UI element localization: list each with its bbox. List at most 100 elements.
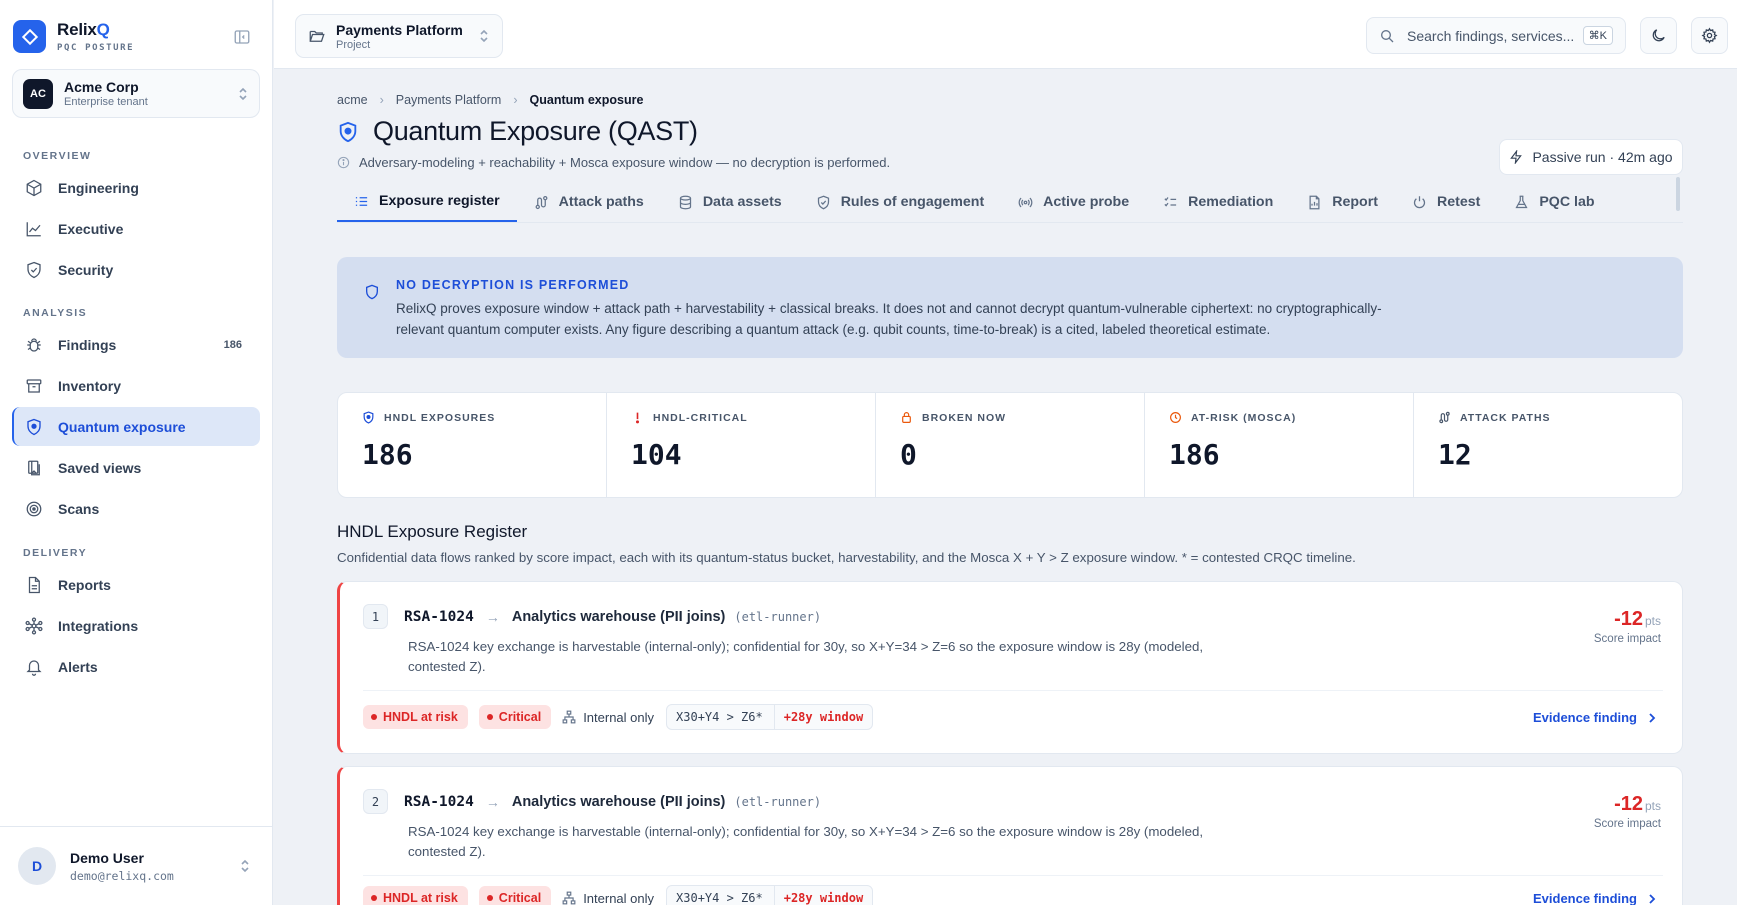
chevron-updown-icon (237, 86, 249, 102)
run-status-button[interactable]: Passive run · 42m ago (1499, 139, 1683, 175)
route-icon (534, 195, 549, 210)
tab-label: Retest (1436, 194, 1481, 210)
kpi-value: 0 (900, 438, 917, 471)
kpi-label: AT-RISK (MOSCA) (1191, 411, 1297, 424)
settings-button[interactable] (1691, 17, 1728, 54)
nav-item-label: Alerts (58, 658, 98, 675)
nav-item-inventory[interactable]: Inventory (12, 366, 260, 405)
page-subtitle-text: Adversary-modeling + reachability + Mosc… (359, 155, 891, 170)
rank-badge: 1 (363, 604, 388, 629)
exposure-card[interactable]: 2 RSA-1024 → Analytics warehouse (PII jo… (337, 766, 1683, 905)
gear-icon (1701, 27, 1718, 44)
tab-active-probe[interactable]: Active probe (1001, 182, 1146, 222)
score-value: -12 (1614, 608, 1643, 630)
nav-item-reports[interactable]: Reports (12, 565, 260, 604)
tenant-name: Acme Corp (64, 79, 139, 95)
score-impact: -12 pts Score impact (1594, 608, 1661, 645)
project-switcher[interactable]: Payments Platform Project (295, 14, 503, 58)
card-divider (363, 875, 1663, 876)
mosca-formula: X30+Y4 > Z6* (676, 710, 763, 724)
nav-item-scans[interactable]: Scans (12, 489, 260, 528)
reachability: Internal only (562, 891, 654, 905)
banner-title: NO DECRYPTION IS PERFORMED (396, 278, 630, 292)
evidence-finding-link[interactable]: Evidence finding (1533, 891, 1658, 905)
nav-item-security[interactable]: Security (12, 250, 260, 289)
score-unit: pts (1644, 614, 1661, 628)
nav-item-saved-views[interactable]: Saved views (12, 448, 260, 487)
kpi-value: 186 (362, 438, 413, 471)
arrow-right-icon: → (485, 608, 500, 625)
tab-report[interactable]: Report (1290, 182, 1395, 222)
page-subtitle: Adversary-modeling + reachability + Mosc… (337, 155, 890, 170)
user-name: Demo User (70, 849, 144, 866)
nav-item-alerts[interactable]: Alerts (12, 647, 260, 686)
archive-icon (25, 377, 43, 395)
nav-section-overview: OVERVIEW (23, 150, 92, 162)
nav-item-executive[interactable]: Executive (12, 209, 260, 248)
nav-item-engineering[interactable]: Engineering (12, 168, 260, 207)
nav-item-label: Scans (58, 500, 100, 517)
breadcrumb-item[interactable]: Payments Platform (396, 93, 502, 107)
nav-section-delivery: DELIVERY (23, 547, 88, 559)
tab-attack-paths[interactable]: Attack paths (517, 182, 661, 222)
brand-name: RelixQ (57, 20, 110, 39)
report-icon (1307, 195, 1322, 210)
nav-item-label: Executive (58, 220, 124, 237)
moon-icon (1652, 29, 1665, 42)
brand[interactable]: RelixQ PQC POSTURE (13, 20, 134, 53)
kpi-hndl-critical: HNDL-CRITICAL 104 (607, 393, 876, 497)
tab-exposure-register[interactable]: Exposure register (337, 182, 517, 222)
nav-item-integrations[interactable]: Integrations (12, 606, 260, 645)
tab-data-assets[interactable]: Data assets (661, 182, 799, 222)
user-avatar: D (18, 847, 56, 885)
mosca-window: X30+Y4 > Z6* +28y window (666, 885, 874, 905)
tabs-scrollbar[interactable] (1676, 177, 1680, 211)
nav-item-label: Security (58, 261, 114, 278)
no-decryption-banner: NO DECRYPTION IS PERFORMED RelixQ proves… (337, 257, 1683, 358)
score-label: Score impact (1593, 633, 1661, 645)
project-label: Project (336, 38, 371, 51)
chevron-updown-icon (239, 858, 251, 874)
file-icon (25, 576, 43, 594)
kpi-value: 186 (1169, 438, 1220, 471)
rank-badge: 2 (363, 789, 388, 814)
kpi-label: HNDL EXPOSURES (384, 411, 496, 424)
lightning-icon (1509, 150, 1523, 164)
checklist-icon (1163, 195, 1178, 210)
exposure-window: +28y window (773, 705, 872, 729)
tab-retest[interactable]: Retest (1395, 182, 1497, 222)
tenant-subtitle: Enterprise tenant (64, 96, 148, 108)
evidence-finding-link[interactable]: Evidence finding (1533, 710, 1658, 725)
tenant-switcher[interactable]: AC Acme Corp Enterprise tenant (12, 69, 260, 118)
exposure-description: RSA-1024 key exchange is harvestable (in… (408, 639, 1204, 674)
tab-rules-of-engagement[interactable]: Rules of engagement (799, 182, 1001, 222)
mosca-formula: X30+Y4 > Z6* (676, 891, 763, 905)
tenant-avatar: AC (23, 78, 53, 109)
tab-label: Active probe (1043, 194, 1130, 210)
breadcrumb: acme › Payments Platform › Quantum expos… (337, 93, 643, 107)
tabs-divider (337, 222, 1683, 223)
nav-item-quantum-exposure[interactable]: Quantum exposure (12, 407, 260, 446)
bookmark-icon (25, 459, 43, 477)
tab-pqc-lab[interactable]: PQC lab (1497, 182, 1611, 222)
folder-open-icon (308, 27, 326, 45)
clock-icon (1169, 411, 1182, 424)
chevron-right-icon: › (379, 93, 384, 107)
nav-item-findings[interactable]: Findings 186 (12, 325, 260, 364)
shield-icon (362, 411, 375, 424)
network-icon (25, 616, 43, 635)
search-input[interactable]: Search findings, services... ⌘K (1366, 17, 1626, 54)
tab-remediation[interactable]: Remediation (1146, 182, 1290, 222)
theme-toggle-button[interactable] (1640, 17, 1677, 54)
brand-subtitle: PQC POSTURE (57, 43, 135, 53)
breadcrumb-item[interactable]: acme (337, 93, 368, 107)
user-menu[interactable]: D Demo User demo@relixq.com (0, 826, 273, 905)
network-tree-icon (562, 891, 576, 905)
kpi-value: 104 (631, 438, 682, 471)
flask-icon (1514, 195, 1529, 210)
route-icon (1438, 411, 1451, 424)
nav-item-label: Saved views (58, 459, 142, 476)
sidebar-collapse-icon[interactable] (233, 28, 251, 46)
kpi-hndl-exposures: HNDL EXPOSURES 186 (338, 393, 607, 497)
exposure-card[interactable]: 1 RSA-1024 → Analytics warehouse (PII jo… (337, 581, 1683, 754)
